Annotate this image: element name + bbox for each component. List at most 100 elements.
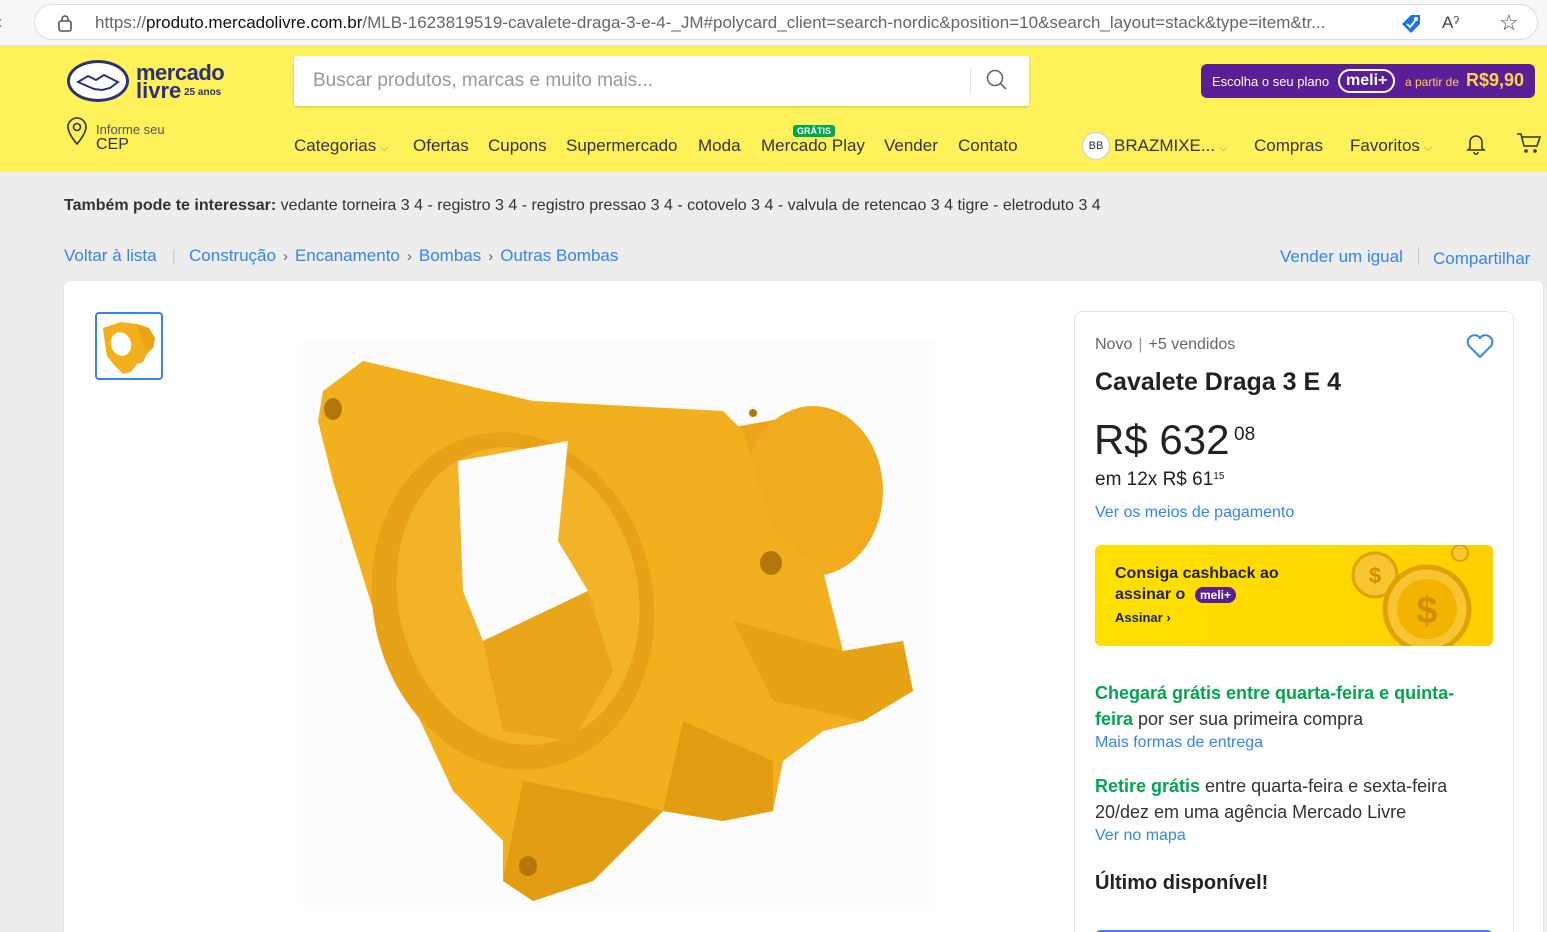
condition-divider: | <box>1138 336 1143 353</box>
mercadolivre-logo[interactable]: mercado livre 25 anos <box>66 58 236 108</box>
condition: Novo <box>1095 336 1133 353</box>
nav-favoritos[interactable]: Favoritos ⌵ <box>1350 136 1432 156</box>
user-name: BRAZMIXE... <box>1114 136 1216 155</box>
nav-contato[interactable]: Contato <box>958 136 1018 156</box>
search-input[interactable] <box>294 56 974 106</box>
meli-banner-price: R$9,90 <box>1466 70 1525 90</box>
stock-status: Último disponível! <box>1095 872 1269 894</box>
sell-same-link[interactable]: Vender um igual <box>1280 247 1403 267</box>
installments: em 12x R$ 6115 <box>1095 469 1224 491</box>
breadcrumb: Voltar à lista | Construção › Encanamento › Bo… <box>64 246 618 266</box>
link-divider <box>1418 247 1419 265</box>
back-to-list-link[interactable]: Voltar à lista <box>64 246 157 265</box>
location-pin-icon <box>67 117 87 146</box>
search-bar <box>294 56 1029 106</box>
location-label: Informe seu <box>96 122 165 137</box>
breadcrumb-divider: | <box>171 246 177 265</box>
nav-label: Categorias <box>294 136 377 155</box>
more-delivery-options-link[interactable]: Mais formas de entrega <box>1095 734 1263 752</box>
price-cents: 08 <box>1234 424 1256 445</box>
nav-mercado-play[interactable]: Mercado Play <box>761 136 865 156</box>
nav-supermercado[interactable]: Supermercado <box>566 136 678 156</box>
cashback-cta[interactable]: Assinar › <box>1115 610 1171 625</box>
nav-categorias[interactable]: Categorias ⌵ <box>294 136 389 156</box>
payment-methods-link[interactable]: Ver os meios de pagamento <box>1095 504 1294 522</box>
breadcrumb-encanamento[interactable]: Encanamento <box>295 246 400 265</box>
avatar[interactable]: BB <box>1082 132 1110 160</box>
chevron-right-icon: › <box>282 248 288 265</box>
condition-line: Novo | +5 vendidos <box>1095 336 1235 354</box>
cashback-line2: assinar o <box>1115 586 1186 603</box>
related-searches: Também pode te interessar: vedante torne… <box>64 197 1101 215</box>
logo-anniversary: 25 anos <box>184 87 222 98</box>
nav-moda[interactable]: Moda <box>698 136 741 156</box>
cashback-cta-label: Assinar <box>1115 610 1163 625</box>
site-header: mercado livre 25 anos Escolha o seu plan… <box>0 46 1547 172</box>
nav-compras[interactable]: Compras <box>1254 136 1323 156</box>
pickup-highlight: Retire grátis <box>1095 776 1201 796</box>
url-host: produto.mercadolivre.com.br <box>146 13 363 32</box>
chevron-down-icon: ⌵ <box>1219 142 1228 154</box>
logo-text-livre: livre <box>136 78 182 103</box>
location-selector[interactable]: Informe seu CEP <box>64 114 214 154</box>
related-searches-list[interactable]: vedante torneira 3 4 - registro 3 4 - re… <box>281 197 1101 214</box>
price-main: R$ 632 <box>1094 416 1230 463</box>
back-icon[interactable]: ‹ <box>0 12 2 33</box>
product-thumbnail-image <box>103 322 155 374</box>
star-icon[interactable]: ☆ <box>1499 10 1519 36</box>
shipping-text: por ser sua primeira compra <box>1133 709 1364 729</box>
product-main-image[interactable] <box>303 341 935 911</box>
product-image-cavalete <box>318 361 913 901</box>
breadcrumb-outras-bombas[interactable]: Outras Bombas <box>500 246 618 265</box>
cashback-banner[interactable]: Consiga cashback ao assinar o meli+ Assi… <box>1095 545 1493 646</box>
location-value: CEP <box>96 136 129 153</box>
pickup-info: Retire grátis entre quarta-feira e sexta… <box>1095 773 1485 825</box>
url-path: /MLB-1623819519-cavalete-draga-3-e-4-_JM… <box>362 13 1326 32</box>
installments-value: em 12x R$ 61 <box>1095 469 1214 490</box>
sold-count: +5 vendidos <box>1148 336 1236 353</box>
meli-plus-logo: meli+ <box>1338 69 1396 93</box>
chevron-right-icon: › <box>488 248 494 265</box>
cashback-line1: Consiga cashback ao <box>1115 565 1279 582</box>
lock-icon[interactable] <box>57 14 73 32</box>
svg-text:$: $ <box>1369 563 1381 588</box>
chevron-down-icon: ⌵ <box>380 142 389 154</box>
nav-ofertas[interactable]: Ofertas <box>413 136 469 156</box>
meli-banner-from: a partir de <box>1405 75 1460 89</box>
related-searches-label: Também pode te interessar: <box>64 197 277 214</box>
shipping-info: Chegará grátis entre quarta-feira e quin… <box>1095 680 1485 732</box>
coins-illustration: $ $ <box>1351 545 1472 646</box>
chevron-right-icon: › <box>1166 610 1171 625</box>
breadcrumb-construcao[interactable]: Construção <box>189 246 276 265</box>
browser-toolbar: ‹ https://produto.mercadolivre.com.br/ML… <box>0 0 1547 46</box>
url-prefix: https:// <box>95 13 147 32</box>
search-icon[interactable] <box>980 65 1016 97</box>
cart-icon[interactable] <box>1515 131 1543 155</box>
chevron-right-icon: › <box>406 248 412 265</box>
read-aloud-icon[interactable]: Aˀ <box>1442 13 1459 33</box>
svg-text:$: $ <box>1416 590 1437 632</box>
url-text[interactable]: https://produto.mercadolivre.com.br/MLB-… <box>95 13 1385 33</box>
view-map-link[interactable]: Ver no mapa <box>1095 827 1186 845</box>
breadcrumb-bombas[interactable]: Bombas <box>419 246 481 265</box>
buy-box: Novo | +5 vendidos Cavalete Draga 3 E 4 R$… <box>1074 311 1514 932</box>
nav-label: Favoritos <box>1350 136 1420 155</box>
share-link[interactable]: Compartilhar <box>1433 249 1530 269</box>
chevron-down-icon: ⌵ <box>1423 142 1433 154</box>
meli-plus-banner[interactable]: Escolha o seu plano meli+ a partir de R$… <box>1201 64 1535 98</box>
tag-icon[interactable] <box>1399 12 1423 36</box>
heart-icon[interactable] <box>1465 332 1495 360</box>
user-menu[interactable]: BRAZMIXE... ⌵ <box>1114 136 1227 156</box>
nav-cupons[interactable]: Cupons <box>488 136 547 156</box>
product-thumbnail[interactable] <box>95 312 163 380</box>
bell-icon[interactable] <box>1464 131 1488 155</box>
product-title: Cavalete Draga 3 E 4 <box>1095 368 1341 396</box>
nav-vender[interactable]: Vender <box>884 136 938 156</box>
address-bar[interactable]: https://produto.mercadolivre.com.br/MLB-… <box>34 4 1538 40</box>
installments-cents: 15 <box>1213 471 1225 482</box>
search-divider <box>970 68 971 94</box>
handshake-logo-icon <box>67 60 129 102</box>
meli-banner-lead: Escolha o seu plano <box>1212 74 1330 89</box>
product-panel: Novo | +5 vendidos Cavalete Draga 3 E 4 R$… <box>64 281 1543 932</box>
meli-plus-logo: meli+ <box>1195 587 1237 603</box>
